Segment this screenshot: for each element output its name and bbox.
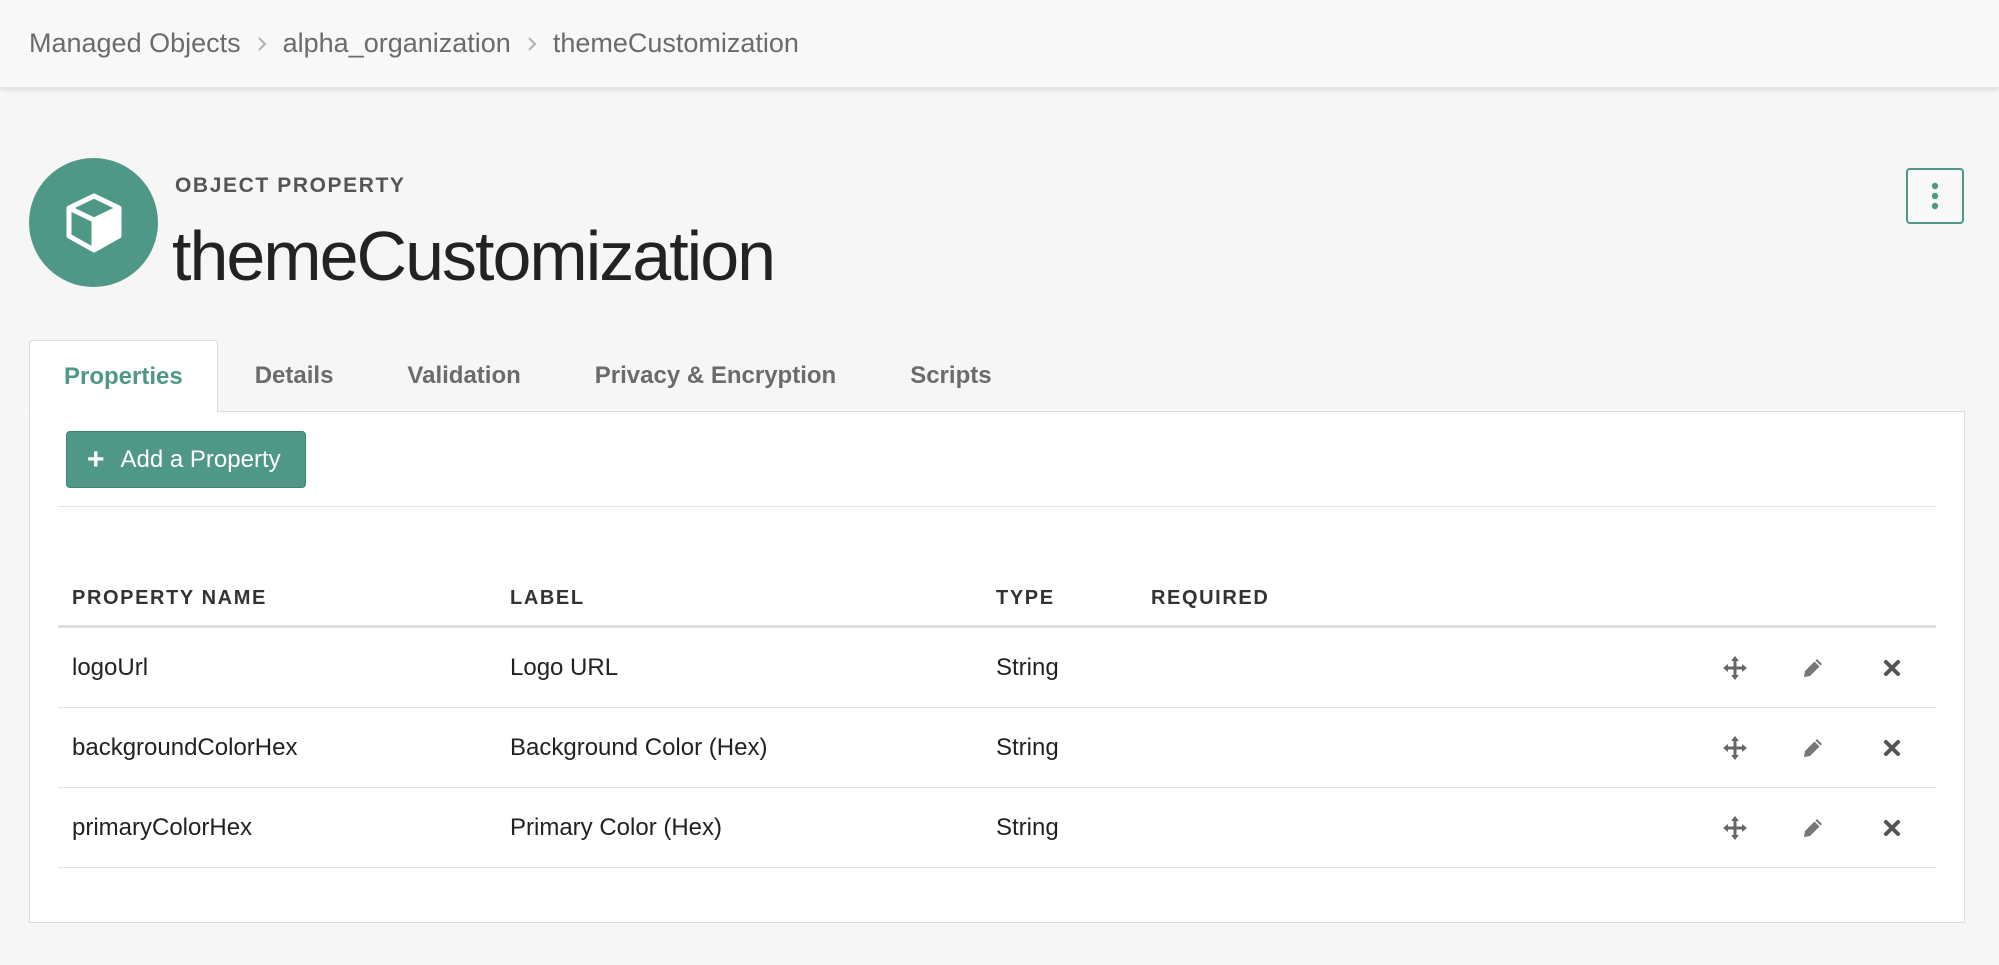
table-header-row: PROPERTY NAME LABEL TYPE REQUIRED bbox=[58, 571, 1936, 628]
column-header-label[interactable]: LABEL bbox=[496, 571, 982, 628]
tab-validation[interactable]: Validation bbox=[370, 340, 557, 412]
cell-type: String bbox=[982, 626, 1137, 708]
column-header-type[interactable]: TYPE bbox=[982, 571, 1137, 628]
move-icon[interactable] bbox=[1721, 734, 1749, 762]
plus-icon: + bbox=[87, 442, 105, 476]
cell-type: String bbox=[982, 787, 1137, 868]
cell-label: Primary Color (Hex) bbox=[496, 787, 982, 868]
cell-type: String bbox=[982, 707, 1137, 788]
row-actions bbox=[1351, 626, 1936, 708]
page-subtitle: OBJECT PROPERTY bbox=[175, 174, 406, 197]
cell-property-name: logoUrl bbox=[58, 626, 496, 708]
edit-pencil-icon[interactable] bbox=[1799, 814, 1827, 842]
page-header: OBJECT PROPERTY themeCustomization bbox=[29, 158, 1969, 295]
row-actions bbox=[1351, 787, 1936, 868]
delete-x-icon[interactable] bbox=[1878, 814, 1906, 842]
divider bbox=[58, 506, 1936, 507]
tab-details[interactable]: Details bbox=[218, 340, 371, 412]
column-header-actions bbox=[1351, 571, 1936, 628]
table-row[interactable]: backgroundColorHex Background Color (Hex… bbox=[58, 707, 1936, 788]
cube-icon bbox=[29, 158, 158, 287]
properties-table: PROPERTY NAME LABEL TYPE REQUIRED logoUr… bbox=[58, 571, 1936, 868]
cell-label: Background Color (Hex) bbox=[496, 707, 982, 788]
breadcrumb-bar: Managed Objects alpha_organization theme… bbox=[0, 0, 1999, 88]
cell-required bbox=[1137, 707, 1351, 788]
tab-properties[interactable]: Properties bbox=[29, 340, 218, 413]
breadcrumb-alpha-organization[interactable]: alpha_organization bbox=[283, 28, 511, 59]
more-options-button[interactable] bbox=[1906, 168, 1964, 224]
chevron-right-icon bbox=[527, 36, 537, 52]
column-header-property-name[interactable]: PROPERTY NAME bbox=[58, 571, 496, 628]
cell-property-name: backgroundColorHex bbox=[58, 707, 496, 788]
table-row[interactable]: primaryColorHex Primary Color (Hex) Stri… bbox=[58, 787, 1936, 868]
delete-x-icon[interactable] bbox=[1878, 734, 1906, 762]
column-header-required[interactable]: REQUIRED bbox=[1137, 571, 1351, 628]
tab-scripts[interactable]: Scripts bbox=[873, 340, 1028, 412]
cell-label: Logo URL bbox=[496, 626, 982, 708]
chevron-right-icon bbox=[257, 36, 267, 52]
delete-x-icon[interactable] bbox=[1878, 654, 1906, 682]
cell-required bbox=[1137, 787, 1351, 868]
cell-property-name: primaryColorHex bbox=[58, 787, 496, 868]
move-icon[interactable] bbox=[1721, 814, 1749, 842]
edit-pencil-icon[interactable] bbox=[1799, 654, 1827, 682]
cell-required bbox=[1137, 626, 1351, 708]
tab-bar: Properties Details Validation Privacy & … bbox=[29, 340, 1029, 413]
move-icon[interactable] bbox=[1721, 654, 1749, 682]
page-title: themeCustomization bbox=[172, 217, 776, 295]
breadcrumb-current: themeCustomization bbox=[552, 28, 799, 58]
table-row[interactable]: logoUrl Logo URL String bbox=[58, 626, 1936, 708]
breadcrumb-managed-objects[interactable]: Managed Objects bbox=[29, 28, 241, 59]
add-property-button[interactable]: + Add a Property bbox=[66, 431, 306, 488]
properties-panel: + Add a Property PROPERTY NAME LABEL TYP… bbox=[29, 411, 1965, 923]
edit-pencil-icon[interactable] bbox=[1799, 734, 1827, 762]
row-actions bbox=[1351, 707, 1936, 788]
kebab-menu-icon bbox=[1931, 182, 1939, 210]
add-property-label: Add a Property bbox=[120, 445, 281, 473]
tab-privacy-encryption[interactable]: Privacy & Encryption bbox=[558, 340, 873, 412]
